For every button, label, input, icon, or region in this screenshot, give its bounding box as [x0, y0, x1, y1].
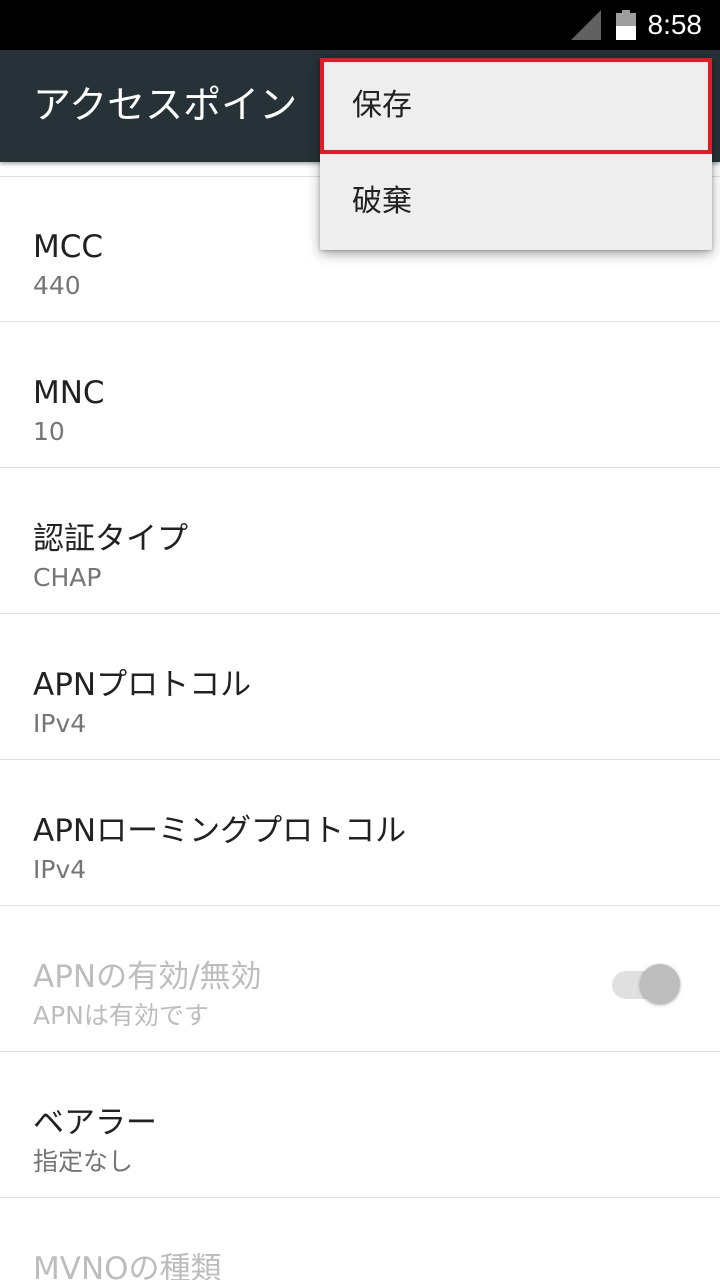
pref-title: 認証タイプ	[33, 521, 188, 557]
pref-summary: 指定なし	[33, 1147, 134, 1176]
cellular-signal-icon	[571, 10, 601, 40]
pref-summary: IPv4	[33, 855, 87, 884]
pref-title: APNローミングプロトコル	[33, 813, 407, 849]
pref-auth-type[interactable]: 認証タイプ CHAP	[0, 469, 720, 614]
status-time: 8:58	[647, 9, 703, 40]
menu-item-save[interactable]: 保存	[320, 58, 712, 154]
switch-thumb	[640, 964, 680, 1004]
apn-enable-switch	[612, 961, 682, 1005]
pref-title: MVNOの種類	[33, 1251, 222, 1280]
pref-apn-enable: APNの有効/無効 APNは有効です	[0, 907, 720, 1052]
pref-title: MNC	[33, 375, 105, 411]
pref-title: APNの有効/無効	[33, 959, 262, 995]
pref-summary: APNは有効です	[33, 1001, 209, 1030]
pref-title: MCC	[33, 229, 104, 265]
status-bar: 8:58	[0, 0, 720, 50]
pref-mvno-type: MVNOの種類	[0, 1199, 720, 1280]
pref-summary: 10	[33, 417, 65, 446]
preference-list[interactable]: MCC 440 MNC 10 認証タイプ CHAP APNプロトコル IPv4 …	[0, 162, 720, 1280]
menu-item-discard[interactable]: 破棄	[320, 154, 712, 250]
page-title: アクセスポイン	[33, 83, 298, 127]
pref-bearer[interactable]: ベアラー 指定なし	[0, 1053, 720, 1198]
pref-summary: 440	[33, 271, 81, 300]
overflow-menu: 保存 破棄	[320, 58, 712, 250]
pref-mnc[interactable]: MNC 10	[0, 323, 720, 468]
pref-apn-roaming-protocol[interactable]: APNローミングプロトコル IPv4	[0, 761, 720, 906]
pref-apn-protocol[interactable]: APNプロトコル IPv4	[0, 615, 720, 760]
pref-title: ベアラー	[33, 1105, 157, 1141]
battery-icon	[616, 10, 636, 40]
pref-title: APNプロトコル	[33, 667, 252, 703]
pref-summary: IPv4	[33, 709, 87, 738]
pref-summary: CHAP	[33, 563, 102, 592]
